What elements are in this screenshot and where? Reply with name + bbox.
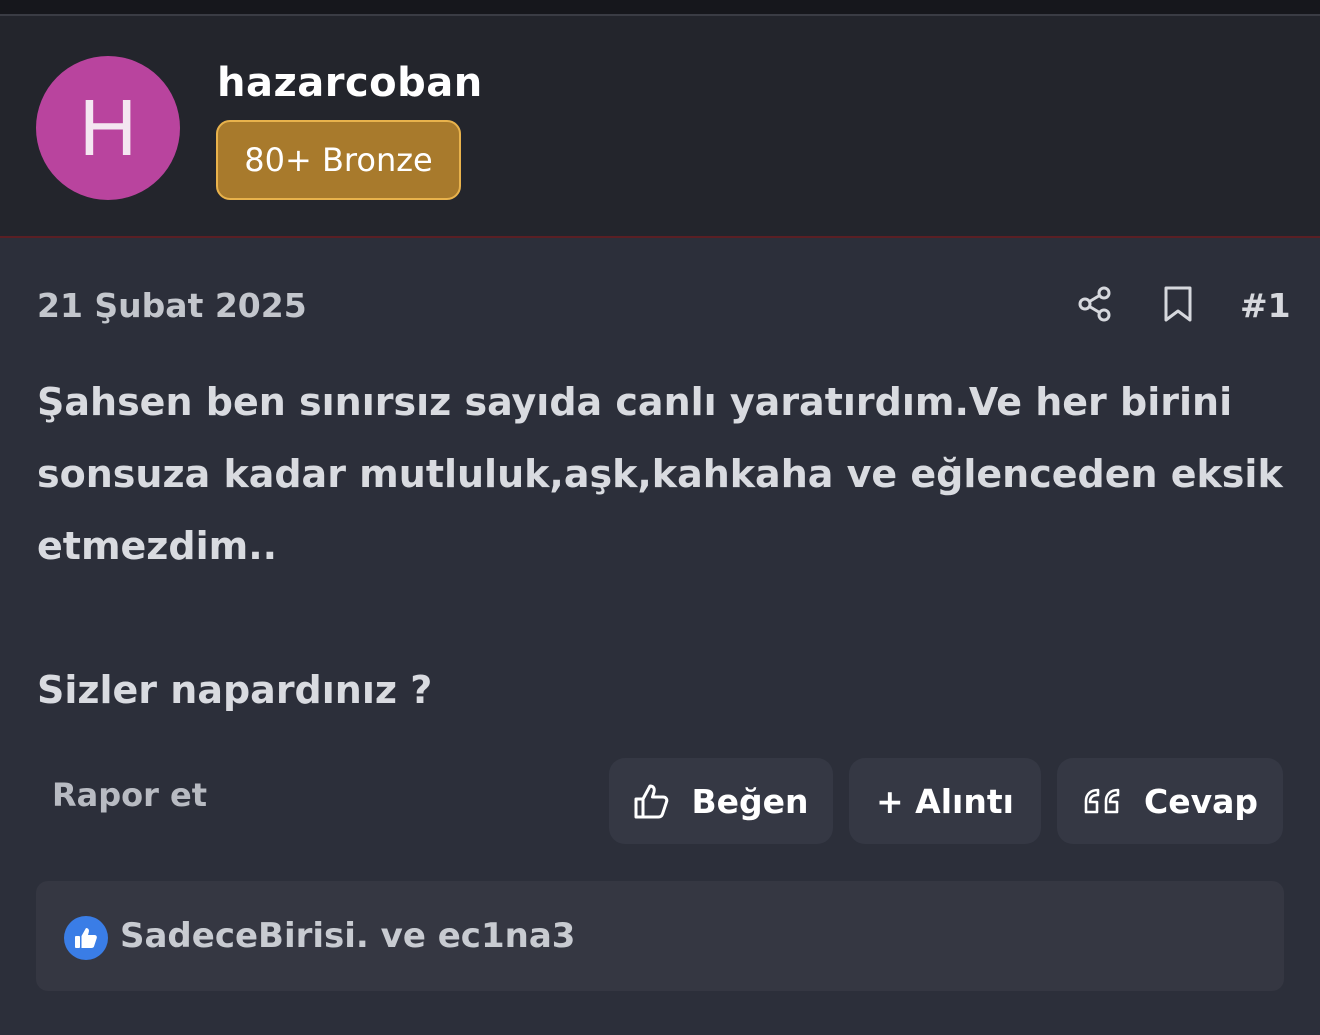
post-body: 21 Şubat 2025 #1 Şahsen ben sınırsız say…	[0, 240, 1320, 1035]
rank-badge: 80+ Bronze	[216, 120, 461, 200]
reactions-bar[interactable]: SadeceBirisi. ve ec1na3	[36, 881, 1284, 991]
reply-label: Cevap	[1143, 781, 1258, 821]
reaction-like-icon	[64, 916, 108, 960]
top-bar	[0, 0, 1320, 16]
share-icon[interactable]	[1076, 285, 1114, 323]
bookmark-icon[interactable]	[1160, 285, 1196, 323]
post-text-line: sonsuza kadar mutluluk,aşk,kahkaha ve eğ…	[37, 452, 1283, 496]
post-number[interactable]: #1	[1240, 286, 1291, 325]
quote-marks-icon	[1084, 788, 1120, 814]
reply-button[interactable]: Cevap	[1057, 758, 1283, 844]
quote-label: + Alıntı	[876, 781, 1014, 821]
post-text-closing: Sizler napardınız ?	[37, 668, 433, 712]
post-date[interactable]: 21 Şubat 2025	[37, 286, 307, 325]
report-link[interactable]: Rapor et	[52, 776, 207, 814]
post-author-header: H hazarcoban 80+ Bronze	[0, 16, 1320, 238]
like-label: Beğen	[691, 781, 809, 821]
avatar[interactable]: H	[36, 56, 180, 200]
post-content: Şahsen ben sınırsız sayıda canlı yaratır…	[37, 366, 1287, 726]
post-text-line: Şahsen ben sınırsız sayıda canlı yaratır…	[37, 380, 1233, 424]
like-button[interactable]: Beğen	[609, 758, 833, 844]
post-text-line: etmezdim..	[37, 524, 278, 568]
quote-button[interactable]: + Alıntı	[849, 758, 1041, 844]
username[interactable]: hazarcoban	[217, 60, 483, 106]
thumbs-up-icon	[634, 784, 669, 819]
reactions-text[interactable]: SadeceBirisi. ve ec1na3	[120, 916, 575, 956]
